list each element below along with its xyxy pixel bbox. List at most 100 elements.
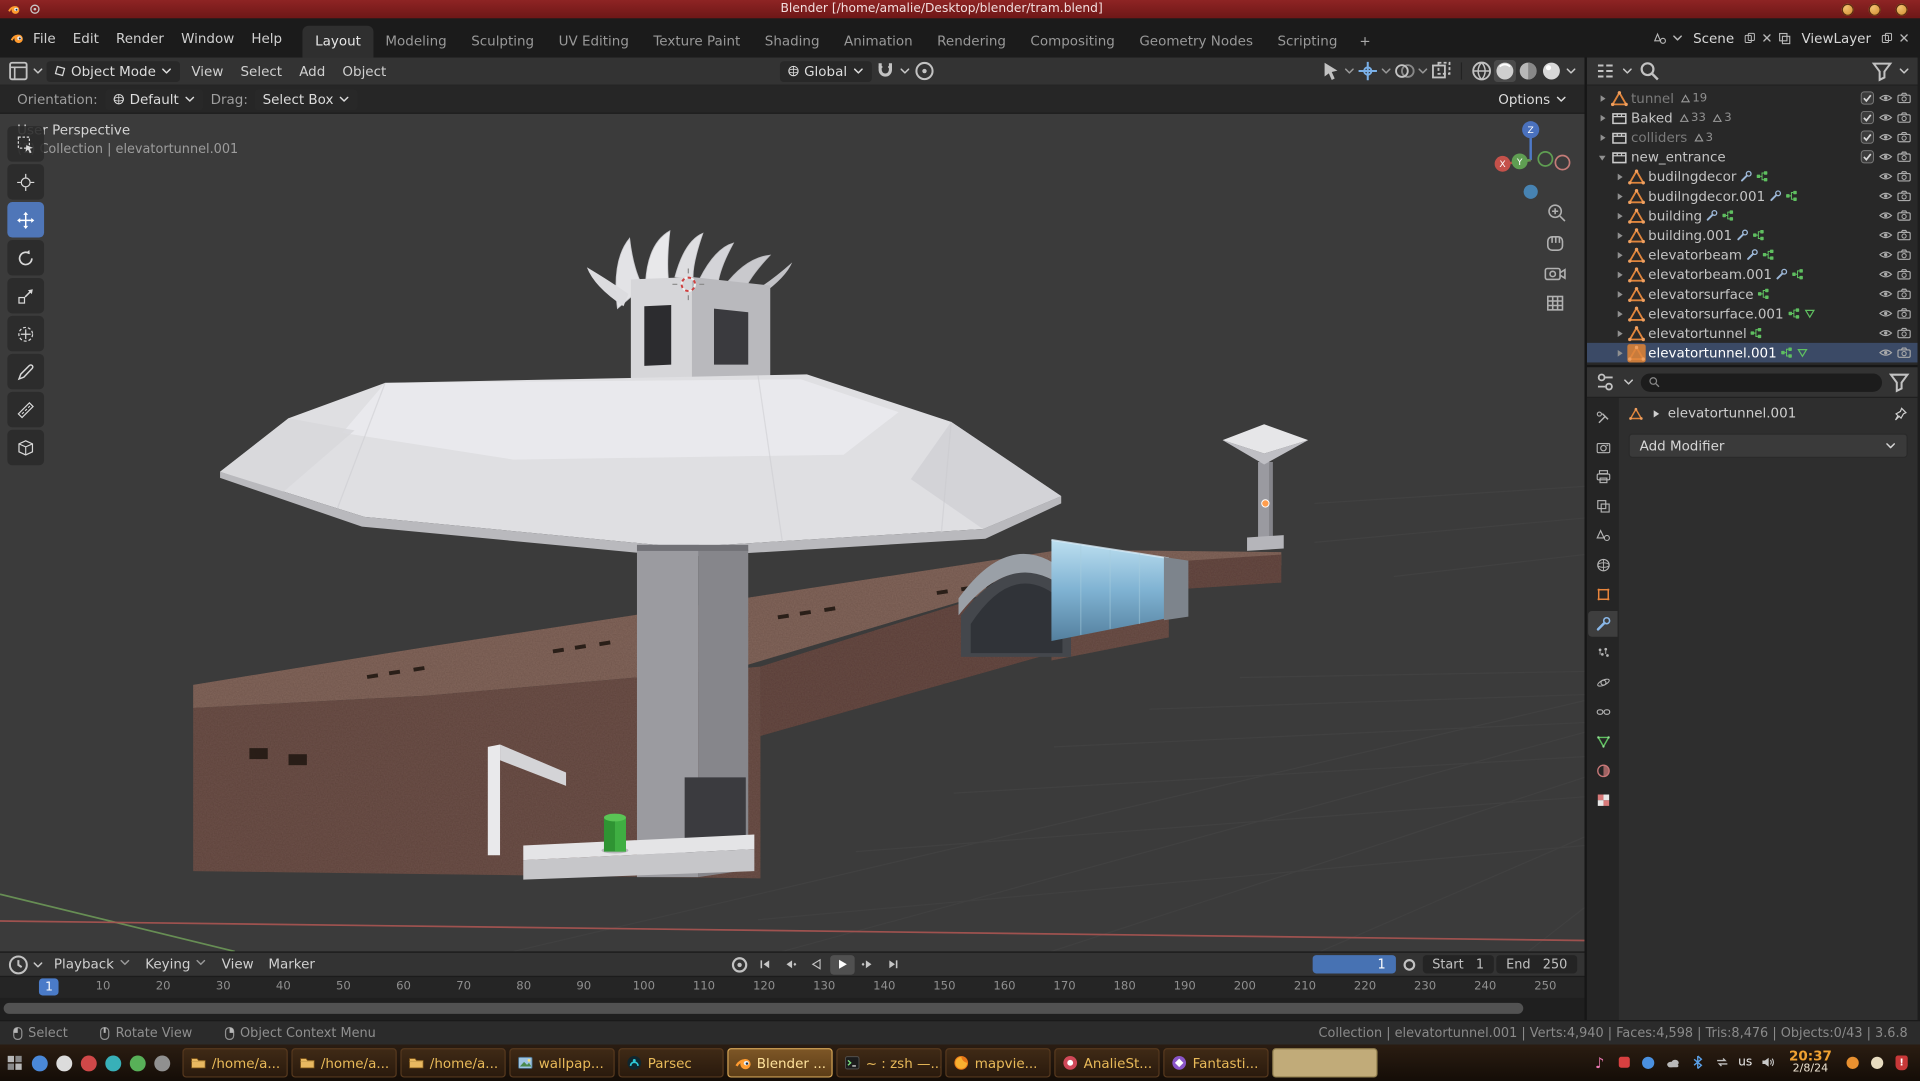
- hide-in-viewport-icon[interactable]: [1876, 169, 1894, 184]
- add-workspace-button[interactable]: +: [1350, 26, 1381, 58]
- xray-icon[interactable]: [1430, 60, 1452, 82]
- jump-start-button[interactable]: [753, 954, 777, 974]
- window-minimize-button[interactable]: [1842, 3, 1854, 15]
- timeline-playhead[interactable]: 1: [39, 978, 59, 995]
- workspace-tab-uv-editing[interactable]: UV Editing: [546, 26, 641, 58]
- outliner-row-building[interactable]: building: [1587, 206, 1918, 226]
- window-maximize-button[interactable]: [1869, 3, 1881, 15]
- viewlayer-new-icon[interactable]: [1881, 32, 1893, 44]
- frame-start-field[interactable]: Start1: [1422, 955, 1493, 973]
- viewport-menu-select[interactable]: Select: [232, 59, 291, 82]
- hide-in-viewport-icon[interactable]: [1876, 149, 1894, 164]
- outliner-row-new-entrance[interactable]: new_entrance: [1587, 147, 1918, 167]
- gizmos-icon[interactable]: [1357, 60, 1379, 82]
- scene-new-icon[interactable]: [1744, 32, 1756, 44]
- editor-type-chevron-icon[interactable]: [32, 65, 44, 77]
- disable-in-renders-icon[interactable]: [1894, 247, 1912, 262]
- viewlayer-unlink-icon[interactable]: [1898, 32, 1910, 44]
- tool-scale-button[interactable]: [7, 278, 44, 314]
- menu-file[interactable]: File: [24, 26, 64, 49]
- expand-toggle-icon[interactable]: [1594, 112, 1610, 123]
- properties-filter-icon[interactable]: [1888, 371, 1910, 393]
- tool-rotate-button[interactable]: [7, 240, 44, 276]
- disable-in-renders-icon[interactable]: [1894, 130, 1912, 145]
- launcher-app-blue-icon[interactable]: [29, 1053, 49, 1073]
- disable-in-renders-icon[interactable]: [1894, 91, 1912, 106]
- outliner-editor-chevron-icon[interactable]: [1621, 65, 1633, 77]
- gizmos-chevron-icon[interactable]: [1380, 65, 1392, 77]
- outliner-row-tunnel[interactable]: tunnel19: [1587, 88, 1918, 108]
- taskbar-window--zsh-[interactable]: ~ : zsh —...: [836, 1048, 941, 1077]
- launcher-app-red-icon[interactable]: [78, 1053, 98, 1073]
- expand-toggle-icon[interactable]: [1611, 190, 1627, 201]
- next-keyframe-button[interactable]: [856, 954, 880, 974]
- timeline-editor-chevron-icon[interactable]: [32, 958, 44, 970]
- expand-toggle-icon[interactable]: [1611, 347, 1627, 358]
- properties-tab-constraints[interactable]: [1588, 699, 1617, 725]
- disable-in-renders-icon[interactable]: [1894, 169, 1912, 184]
- proportional-editing-icon[interactable]: [913, 60, 935, 82]
- expand-toggle-icon[interactable]: [1611, 230, 1627, 241]
- frame-end-field[interactable]: End250: [1496, 955, 1577, 973]
- outliner-filter-chevron-icon[interactable]: [1898, 65, 1910, 77]
- tray-cream-dot-icon[interactable]: [1869, 1054, 1886, 1071]
- tool-select-box-button[interactable]: [7, 126, 44, 162]
- viewport-menu-add[interactable]: Add: [291, 59, 334, 82]
- timeline-scrollbar[interactable]: [0, 998, 1584, 1020]
- hide-in-viewport-icon[interactable]: [1876, 287, 1894, 302]
- launcher-app-gray-icon[interactable]: [152, 1053, 172, 1073]
- hide-in-viewport-icon[interactable]: [1876, 326, 1894, 341]
- hide-in-viewport-icon[interactable]: [1876, 130, 1894, 145]
- workspace-tab-rendering[interactable]: Rendering: [925, 26, 1018, 58]
- outliner-row-elevatortunnel-001[interactable]: elevatortunnel.001: [1587, 343, 1918, 363]
- shading-material-icon[interactable]: [1517, 60, 1539, 82]
- workspace-tab-scripting[interactable]: Scripting: [1265, 26, 1349, 58]
- window-menu-icon[interactable]: [28, 2, 41, 15]
- workspace-tab-animation[interactable]: Animation: [832, 26, 925, 58]
- tray-bluetooth-icon[interactable]: [1689, 1054, 1706, 1071]
- exclude-checkbox[interactable]: [1858, 110, 1876, 125]
- disable-in-renders-icon[interactable]: [1894, 306, 1912, 321]
- select-visibility-chevron-icon[interactable]: [1343, 65, 1355, 77]
- timeline-scrollbar-thumb[interactable]: [4, 1003, 1524, 1014]
- blender-app-menu-icon[interactable]: [10, 31, 25, 46]
- outliner-row-colliders[interactable]: colliders3: [1587, 127, 1918, 147]
- shading-solid-icon[interactable]: [1494, 60, 1516, 82]
- tool-move-button[interactable]: [7, 202, 44, 238]
- viewport-menu-object[interactable]: Object: [334, 59, 395, 82]
- launcher-app-light-icon[interactable]: [54, 1053, 74, 1073]
- taskbar-window-blender-[interactable]: Blender ...: [727, 1048, 832, 1077]
- expand-toggle-icon[interactable]: [1611, 328, 1627, 339]
- properties-tab-material[interactable]: [1588, 758, 1617, 784]
- tray-sync-icon[interactable]: [1714, 1054, 1731, 1071]
- hide-in-viewport-icon[interactable]: [1876, 110, 1894, 125]
- menu-render[interactable]: Render: [107, 26, 172, 49]
- tray-music-icon[interactable]: ♪: [1591, 1054, 1608, 1071]
- timeline-menu-keying[interactable]: Keying: [138, 954, 214, 975]
- properties-tab-tool[interactable]: [1588, 405, 1617, 431]
- transform-orientation-selector[interactable]: Global: [780, 61, 872, 82]
- expand-toggle-icon[interactable]: [1594, 92, 1610, 103]
- overlays-icon[interactable]: [1393, 60, 1415, 82]
- taskbar-window--home-a-[interactable]: /home/a...: [291, 1048, 396, 1077]
- outliner-row-elevatorsurface[interactable]: elevatorsurface: [1587, 284, 1918, 304]
- expand-toggle-icon[interactable]: [1611, 288, 1627, 299]
- taskbar-window-analiest-[interactable]: AnalieSt...: [1054, 1048, 1159, 1077]
- properties-tab-object[interactable]: [1588, 582, 1617, 608]
- disable-in-renders-icon[interactable]: [1894, 345, 1912, 360]
- launcher-show-desktop-icon[interactable]: [5, 1053, 25, 1073]
- gizmo-x-neg-axis[interactable]: [1555, 156, 1569, 170]
- viewlayer-selector[interactable]: ViewLayer: [1797, 28, 1876, 49]
- timeline-editor-icon[interactable]: [7, 953, 29, 975]
- exclude-checkbox[interactable]: [1858, 91, 1876, 106]
- properties-tab-output[interactable]: [1588, 464, 1617, 490]
- outliner-row-budilngdecor[interactable]: budilngdecor: [1587, 167, 1918, 187]
- taskbar-window--home-a-[interactable]: /home/a...: [400, 1048, 505, 1077]
- expand-toggle-icon[interactable]: [1611, 171, 1627, 182]
- play-reverse-button[interactable]: [804, 954, 828, 974]
- menu-edit[interactable]: Edit: [64, 26, 107, 49]
- hide-in-viewport-icon[interactable]: [1876, 247, 1894, 262]
- hide-in-viewport-icon[interactable]: [1876, 345, 1894, 360]
- properties-search-input[interactable]: [1641, 373, 1882, 391]
- tray-red-led-icon[interactable]: [1616, 1054, 1633, 1071]
